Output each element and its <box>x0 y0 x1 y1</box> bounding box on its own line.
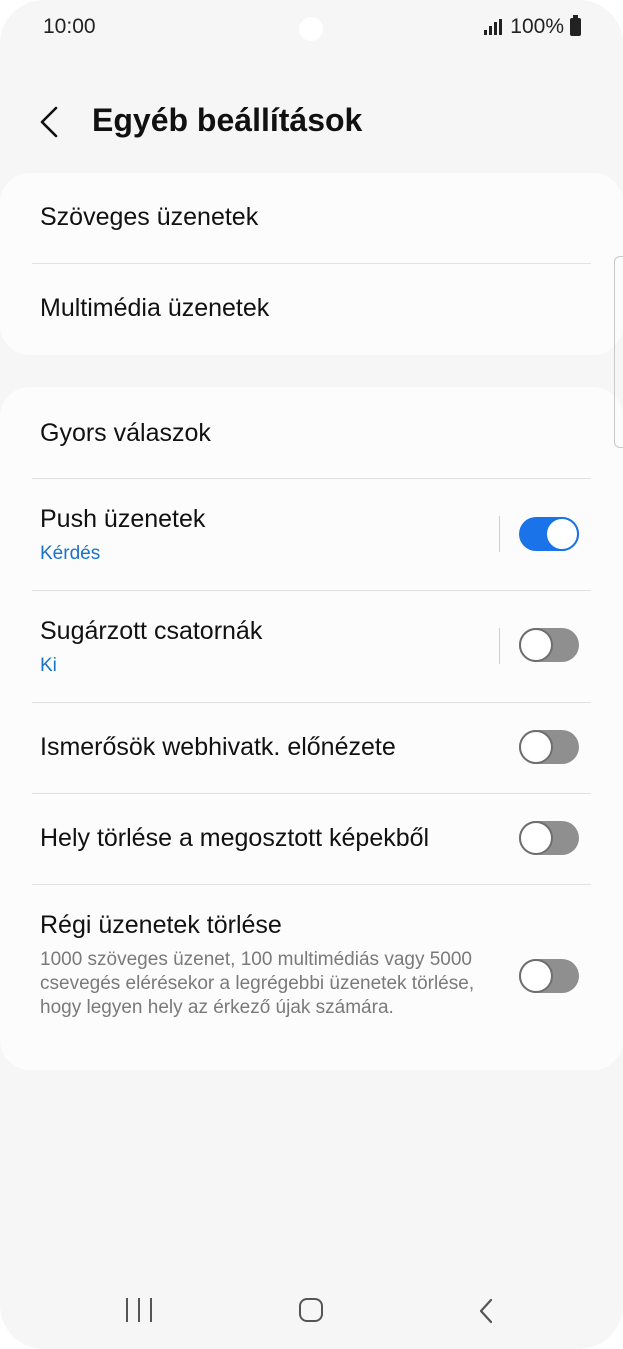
status-time: 10:00 <box>43 15 96 38</box>
delete-old-messages-toggle[interactable] <box>519 959 579 993</box>
settings-screen: 10:00 100% Egyéb beállítások Szöveges üz… <box>0 0 623 1349</box>
chevron-left-icon[interactable] <box>36 102 66 142</box>
list-item-title: Gyors válaszok <box>40 419 211 447</box>
list-item-title: Multimédia üzenetek <box>40 294 270 322</box>
list-item-mms[interactable]: Multimédia üzenetek <box>0 264 623 355</box>
list-item-title: Hely törlése a megosztott képekből <box>40 824 430 852</box>
navigation-bar <box>0 1280 623 1340</box>
list-item-title: Szöveges üzenetek <box>40 203 259 231</box>
signal-icon <box>484 19 503 35</box>
recents-icon[interactable] <box>126 1298 152 1324</box>
scrollbar[interactable] <box>614 256 623 448</box>
list-item-title: Régi üzenetek törlése <box>40 911 282 939</box>
list-item-text-messages[interactable]: Szöveges üzenetek <box>0 173 623 263</box>
list-item-title: Sugárzott csatornák <box>40 617 263 645</box>
status-indicators: 100% <box>484 15 581 39</box>
list-item-status: Ki <box>40 655 57 676</box>
list-item-title: Push üzenetek <box>40 505 206 533</box>
list-item-delete-old-messages[interactable]: Régi üzenetek törlése 1000 szöveges üzen… <box>0 885 623 1070</box>
list-item-title: Ismerősök webhivatk. előnézete <box>40 733 396 761</box>
battery-percent: 100% <box>510 15 564 38</box>
list-item-push-messages[interactable]: Push üzenetek Kérdés <box>0 479 623 590</box>
battery-icon <box>570 15 581 36</box>
page-title: Egyéb beállítások <box>92 102 363 138</box>
remove-location-toggle[interactable] <box>519 821 579 855</box>
list-item-status: Kérdés <box>40 543 101 564</box>
home-icon[interactable] <box>299 1298 323 1322</box>
back-icon[interactable] <box>476 1296 496 1326</box>
status-bar: 10:00 100% <box>0 0 623 56</box>
settings-card-messages: Szöveges üzenetek Multimédia üzenetek <box>0 173 623 355</box>
list-item-broadcast-channels[interactable]: Sugárzott csatornák Ki <box>0 591 623 702</box>
toggle-knob <box>519 628 553 662</box>
header: Egyéb beállítások <box>0 96 623 152</box>
broadcast-channels-toggle[interactable] <box>519 628 579 662</box>
list-item-remove-location[interactable]: Hely törlése a megosztott képekből <box>0 794 623 884</box>
toggle-knob <box>519 730 553 764</box>
list-item-quick-replies[interactable]: Gyors válaszok <box>0 387 623 478</box>
toggle-knob <box>519 821 553 855</box>
toggle-knob <box>519 959 553 993</box>
link-preview-toggle[interactable] <box>519 730 579 764</box>
separator <box>499 628 500 664</box>
front-camera <box>299 17 323 41</box>
settings-card-options: Gyors válaszok Push üzenetek Kérdés Sugá… <box>0 387 623 1070</box>
toggle-knob <box>545 517 579 551</box>
separator <box>499 516 500 552</box>
list-item-link-preview[interactable]: Ismerősök webhivatk. előnézete <box>0 703 623 793</box>
list-item-description: 1000 szöveges üzenet, 100 multimédiás va… <box>40 949 475 1018</box>
push-messages-toggle[interactable] <box>519 517 579 551</box>
